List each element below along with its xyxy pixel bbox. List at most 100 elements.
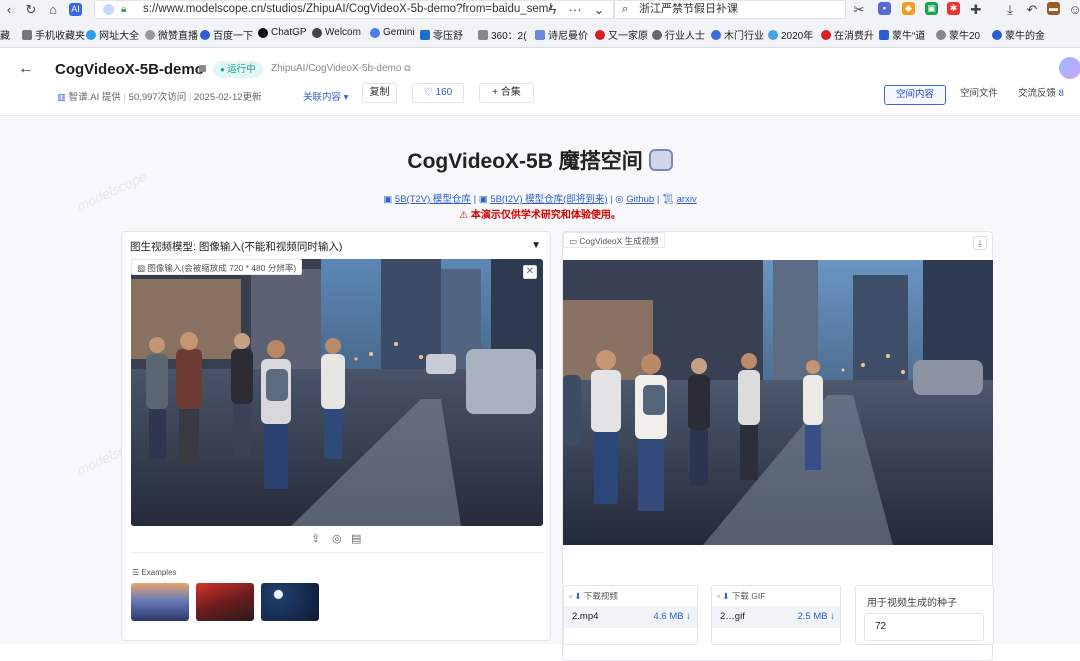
like-button[interactable]: ♡ 160	[412, 83, 464, 103]
chevron-down-icon[interactable]: ⌄	[592, 3, 606, 17]
seed-card: 用于视频生成的种子 72	[855, 585, 994, 645]
video-file-size[interactable]: 4.6 MB ↓	[654, 611, 692, 622]
seed-input[interactable]: 72	[864, 613, 984, 641]
tab-space-files[interactable]: 空间文件	[954, 85, 1004, 105]
upload-icon[interactable]: ⇪	[311, 532, 320, 545]
provider-link[interactable]: 智谱.AI	[69, 92, 100, 103]
copy-button[interactable]: 复制	[362, 83, 397, 103]
video-file-name: 2.mp4	[572, 611, 599, 622]
plus-icon: +	[492, 87, 499, 98]
bookmark-item[interactable]: ChatGP	[258, 27, 307, 38]
back-arrow-icon[interactable]: ←	[18, 60, 34, 78]
related-dropdown[interactable]: 关联内容 ▾	[303, 89, 348, 103]
list-icon: ☰	[132, 568, 142, 577]
example-thumb[interactable]	[261, 583, 319, 621]
bookmark-item[interactable]: 360：2(	[478, 27, 527, 42]
undo-icon[interactable]: ↶	[1025, 3, 1039, 17]
status-badge: ● 运行中	[213, 61, 263, 78]
download-gif-card: ▫ ⬇ 下载 GIF 2…gif 2.5 MB ↓	[711, 585, 841, 645]
bookmark-item[interactable]: 百度一下	[200, 27, 253, 42]
input-panel: 图生视频模型: 图像输入(不能和视频同时输入) ▼ ▧ 图像输入(会被缩放成 7…	[121, 231, 551, 641]
download-video-label: ▫ ⬇ 下载视频	[569, 591, 618, 601]
bookmark-item[interactable]: 在消费升	[821, 27, 874, 42]
tab-space-content[interactable]: 空间内容	[884, 85, 946, 105]
image-icon: ▧	[137, 263, 148, 273]
download-icon[interactable]: ⤓	[973, 236, 987, 250]
link-t2v[interactable]: 5B(T2V) 模型仓库	[395, 194, 471, 205]
gif-file-size[interactable]: 2.5 MB ↓	[798, 611, 836, 622]
extension-green-icon[interactable]: ▣	[925, 2, 938, 15]
link-i2v[interactable]: 5B(I2V) 模型仓库(即将到来)	[490, 194, 607, 205]
doc-icon	[478, 29, 488, 40]
lightning-icon[interactable]: ϟ	[546, 3, 560, 17]
search-text: 浙江严禁节假日补课	[639, 3, 738, 15]
bookmark-item[interactable]: 零压舒	[420, 27, 463, 42]
example-thumb[interactable]	[196, 583, 254, 621]
output-panel: ▭ CogVideoX 生成视频 ⤓ ▫ ⬇ 下载视频 2.mp4 4.6 MB…	[562, 231, 994, 661]
model-label: 图生视频模型: 图像输入(不能和视频同时输入)	[130, 241, 343, 253]
phone-icon	[22, 29, 32, 40]
image-input[interactable]: ▧ 图像输入(会被缩放成 720 * 480 分辨率) ✕	[131, 259, 543, 526]
video-icon: ▭	[569, 236, 580, 246]
robot-icon	[648, 149, 673, 171]
user-avatar[interactable]	[1059, 57, 1080, 79]
download-icon[interactable]: ⤓	[1003, 3, 1017, 17]
bookmark-item[interactable]: Gemini	[370, 27, 415, 38]
extension-square-icon[interactable]: ▪	[878, 2, 891, 15]
extension-red-icon[interactable]: ✱	[947, 2, 960, 15]
home-icon[interactable]: ⌂	[46, 3, 60, 17]
copy-icon[interactable]: ⧉	[404, 63, 410, 73]
output-video[interactable]	[563, 260, 993, 545]
link-arxiv[interactable]: arxiv	[677, 194, 697, 205]
baidu-icon	[200, 29, 210, 40]
search-box[interactable]: ⌕ 浙江严禁节假日补课	[614, 0, 846, 19]
bookmark-item[interactable]: 蒙牛20	[936, 27, 980, 42]
smile-icon[interactable]: ☺	[1068, 3, 1080, 17]
close-icon[interactable]: ✕	[523, 265, 537, 279]
more-icon[interactable]: ···	[568, 3, 582, 17]
tab-feedback[interactable]: 交流反馈 8	[1018, 85, 1080, 105]
site-favicon-icon	[103, 4, 114, 15]
bookmark-item[interactable]: Welcom	[312, 27, 361, 38]
openai-icon	[258, 27, 268, 38]
news-icon	[652, 29, 662, 40]
image-input-label: ▧ 图像输入(会被缩放成 720 * 480 分辨率)	[131, 259, 303, 275]
examples-label: ☰ Examples	[132, 568, 177, 577]
warning-text: ⚠ 本演示仅供学术研究和体验使用。	[459, 210, 621, 221]
input-image	[131, 259, 543, 526]
puzzle-icon[interactable]: ✚	[969, 3, 983, 17]
download-gif-row[interactable]: 2…gif 2.5 MB ↓	[712, 606, 840, 628]
bookmark-item[interactable]: 手机收藏夹	[22, 27, 85, 42]
bookmark-item[interactable]: 行业人士	[652, 27, 705, 42]
example-thumb[interactable]	[131, 583, 189, 621]
bookmark-item[interactable]: 藏	[0, 27, 10, 42]
extension-fox-icon[interactable]: ◆	[902, 2, 915, 15]
clipboard-icon[interactable]: ▤	[351, 532, 361, 545]
lock-icon: 🔒︎	[121, 4, 127, 15]
bookmark-item[interactable]: 微赞直播	[145, 27, 198, 42]
bookmark-item[interactable]: 2020年	[768, 27, 813, 42]
download-video-row[interactable]: 2.mp4 4.6 MB ↓	[564, 606, 697, 628]
reload-icon[interactable]: ↻	[24, 3, 38, 17]
bookmark-item[interactable]: 诗尼曼价	[535, 27, 588, 42]
news-icon	[595, 29, 605, 40]
collect-button[interactable]: + 合集	[479, 83, 534, 103]
provider-icon: ▥	[57, 92, 66, 103]
repo-path: ZhipuAI/CogVideoX-5b-demo ⧉	[271, 63, 411, 74]
bookmark-item[interactable]: 蒙牛“道	[879, 27, 925, 42]
doc-icon	[535, 29, 545, 40]
webcam-icon[interactable]: ◎	[332, 532, 342, 545]
collapse-icon[interactable]: ▼	[531, 240, 541, 251]
caret-down-icon: ▾	[343, 92, 349, 103]
stop-icon[interactable]	[199, 65, 206, 72]
link-github[interactable]: Github	[626, 194, 654, 205]
bookmark-item[interactable]: 蒙牛的金	[992, 27, 1045, 42]
address-bar[interactable]: 🔒︎ s://www.modelscope.cn/studios/ZhipuAI…	[94, 0, 614, 19]
bookmark-item[interactable]: 木门行业	[711, 27, 764, 42]
scissors-icon[interactable]: ✂	[852, 3, 866, 17]
bookmark-item[interactable]: 网址大全	[86, 27, 139, 42]
briefcase-icon[interactable]: ▬	[1047, 2, 1060, 15]
ai-extension-icon[interactable]: AI	[69, 3, 82, 16]
bookmark-item[interactable]: 又一家原	[595, 27, 648, 42]
back-icon[interactable]: ‹	[2, 3, 16, 17]
